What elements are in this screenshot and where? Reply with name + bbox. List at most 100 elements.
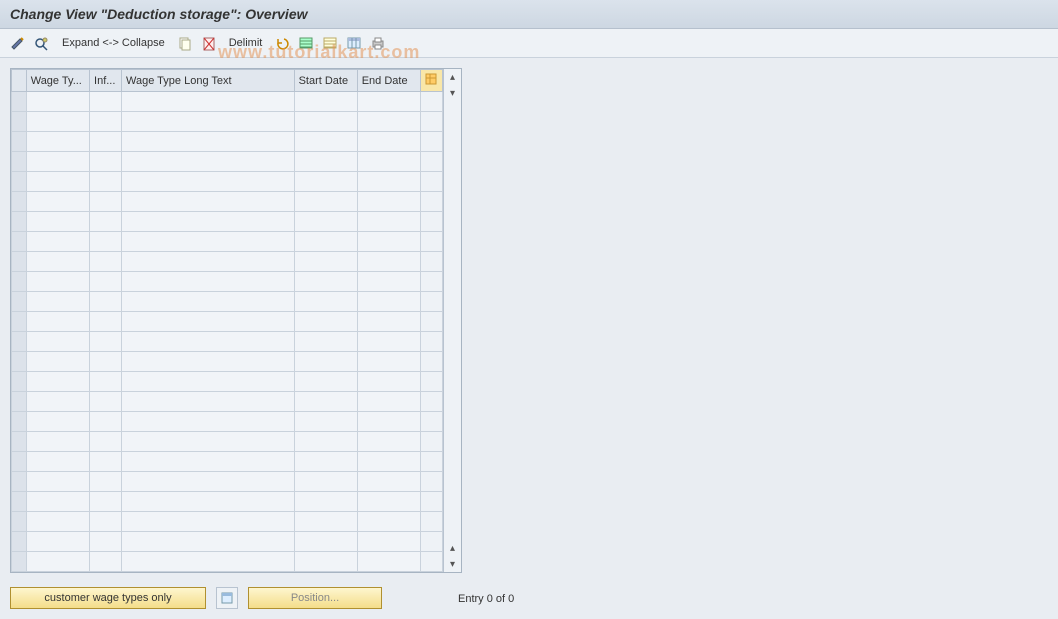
cell[interactable] <box>420 232 442 252</box>
table-row[interactable] <box>12 292 443 312</box>
cell[interactable] <box>294 172 357 192</box>
row-selector[interactable] <box>12 272 27 292</box>
table-row[interactable] <box>12 112 443 132</box>
scroll-down-bottom-icon[interactable]: ▾ <box>445 556 461 572</box>
row-selector[interactable] <box>12 92 27 112</box>
cell[interactable] <box>420 272 442 292</box>
cell[interactable] <box>294 452 357 472</box>
cell[interactable] <box>357 472 420 492</box>
cell[interactable] <box>357 232 420 252</box>
cell[interactable] <box>122 172 295 192</box>
cell[interactable] <box>90 312 122 332</box>
cell[interactable] <box>122 532 295 552</box>
cell[interactable] <box>294 492 357 512</box>
cell[interactable] <box>26 112 89 132</box>
cell[interactable] <box>90 332 122 352</box>
cell[interactable] <box>294 232 357 252</box>
row-selector[interactable] <box>12 292 27 312</box>
cell[interactable] <box>420 192 442 212</box>
cell[interactable] <box>90 192 122 212</box>
customer-wage-types-button[interactable]: customer wage types only <box>10 587 206 609</box>
cell[interactable] <box>26 292 89 312</box>
cell[interactable] <box>420 292 442 312</box>
cell[interactable] <box>294 112 357 132</box>
cell[interactable] <box>90 132 122 152</box>
row-selector[interactable] <box>12 392 27 412</box>
cell[interactable] <box>122 312 295 332</box>
cell[interactable] <box>420 552 442 572</box>
cell[interactable] <box>420 92 442 112</box>
position-icon-button[interactable] <box>216 587 238 609</box>
cell[interactable] <box>420 532 442 552</box>
table-row[interactable] <box>12 452 443 472</box>
cell[interactable] <box>294 552 357 572</box>
cell[interactable] <box>122 132 295 152</box>
table-row[interactable] <box>12 512 443 532</box>
cell[interactable] <box>90 512 122 532</box>
cell[interactable] <box>294 352 357 372</box>
cell[interactable] <box>122 452 295 472</box>
table-row[interactable] <box>12 192 443 212</box>
cell[interactable] <box>357 252 420 272</box>
cell[interactable] <box>420 152 442 172</box>
cell[interactable] <box>357 552 420 572</box>
vertical-scrollbar[interactable]: ▴ ▾ ▴ ▾ <box>443 69 461 572</box>
cell[interactable] <box>122 492 295 512</box>
cell[interactable] <box>420 352 442 372</box>
cell[interactable] <box>26 392 89 412</box>
row-selector[interactable] <box>12 212 27 232</box>
cell[interactable] <box>122 352 295 372</box>
cell[interactable] <box>357 492 420 512</box>
table-row[interactable] <box>12 272 443 292</box>
table-row[interactable] <box>12 152 443 172</box>
table-row[interactable] <box>12 232 443 252</box>
cell[interactable] <box>26 512 89 532</box>
cell[interactable] <box>357 272 420 292</box>
cell[interactable] <box>420 452 442 472</box>
cell[interactable] <box>294 292 357 312</box>
table-row[interactable] <box>12 212 443 232</box>
cell[interactable] <box>90 352 122 372</box>
cell[interactable] <box>26 472 89 492</box>
cell[interactable] <box>122 232 295 252</box>
cell[interactable] <box>420 172 442 192</box>
cell[interactable] <box>26 352 89 372</box>
cell[interactable] <box>294 472 357 492</box>
table-row[interactable] <box>12 392 443 412</box>
cell[interactable] <box>420 112 442 132</box>
row-selector[interactable] <box>12 432 27 452</box>
toggle-display-change-icon[interactable] <box>8 33 28 53</box>
cell[interactable] <box>26 152 89 172</box>
cell[interactable] <box>122 412 295 432</box>
delimit-button[interactable]: Delimit <box>223 33 269 53</box>
table-row[interactable] <box>12 552 443 572</box>
cell[interactable] <box>90 452 122 472</box>
cell[interactable] <box>294 152 357 172</box>
cell[interactable] <box>420 132 442 152</box>
cell[interactable] <box>90 252 122 272</box>
cell[interactable] <box>294 332 357 352</box>
cell[interactable] <box>90 92 122 112</box>
row-selector[interactable] <box>12 152 27 172</box>
row-selector[interactable] <box>12 412 27 432</box>
cell[interactable] <box>26 312 89 332</box>
scroll-up-bottom-icon[interactable]: ▴ <box>445 540 461 556</box>
cell[interactable] <box>122 272 295 292</box>
cell[interactable] <box>26 272 89 292</box>
cell[interactable] <box>122 252 295 272</box>
undo-icon[interactable] <box>272 33 292 53</box>
cell[interactable] <box>90 212 122 232</box>
cell[interactable] <box>90 112 122 132</box>
table-row[interactable] <box>12 332 443 352</box>
cell[interactable] <box>294 432 357 452</box>
cell[interactable] <box>357 152 420 172</box>
cell[interactable] <box>357 352 420 372</box>
cell[interactable] <box>294 92 357 112</box>
cell[interactable] <box>90 272 122 292</box>
cell[interactable] <box>90 492 122 512</box>
table-row[interactable] <box>12 532 443 552</box>
cell[interactable] <box>357 332 420 352</box>
expand-collapse-button[interactable]: Expand <-> Collapse <box>56 33 171 53</box>
col-header-inf[interactable]: Inf... <box>90 70 122 92</box>
copy-icon[interactable] <box>175 33 195 53</box>
